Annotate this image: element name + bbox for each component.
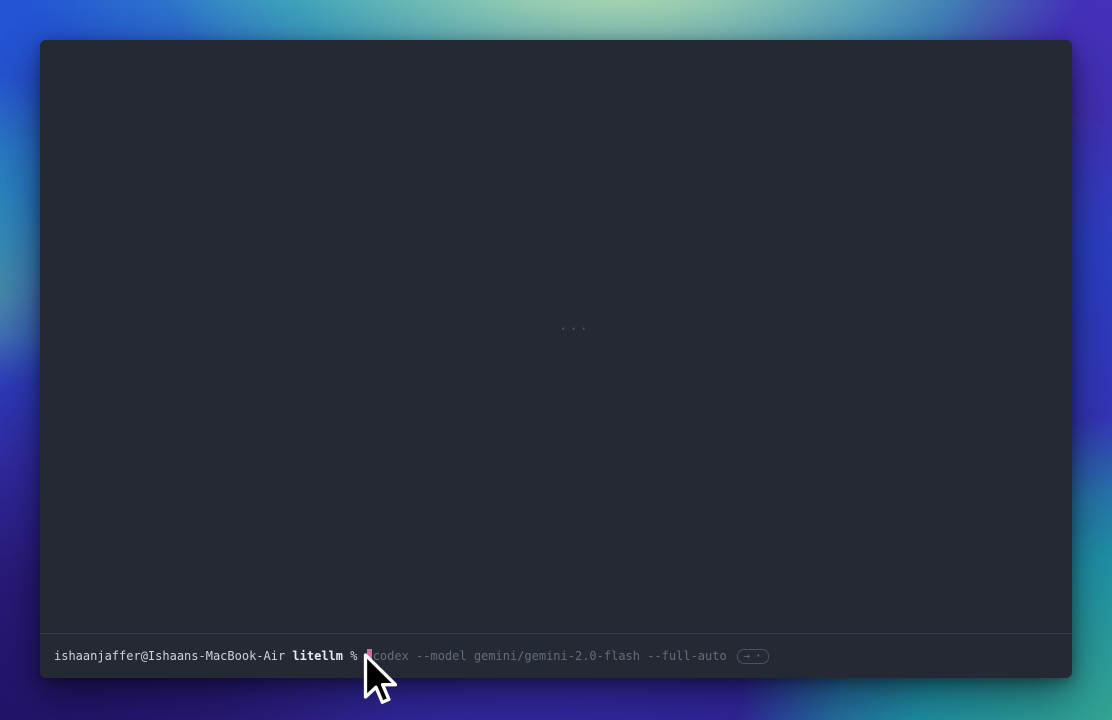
loading-dots: ··· [540, 322, 610, 336]
right-arrow-icon: → [744, 650, 750, 663]
desktop-wallpaper: ··· ishaanjaffer@Ishaans-MacBook-Air lit… [0, 0, 1112, 720]
command-prompt-input[interactable]: ishaanjaffer@Ishaans-MacBook-Air litellm… [40, 633, 1072, 678]
text-cursor [367, 649, 372, 663]
terminal-window[interactable]: ··· ishaanjaffer@Ishaans-MacBook-Air lit… [40, 40, 1072, 678]
prompt-separator [285, 649, 292, 664]
accept-suggestion-hint-badge: → · [737, 649, 769, 664]
terminal-output-area: ··· [40, 40, 1072, 633]
prompt-symbol: % [343, 649, 365, 664]
prompt-directory: litellm [292, 649, 343, 664]
autosuggestion-text: codex --model gemini/gemini-2.0-flash --… [373, 649, 727, 664]
hint-dot-icon: · [755, 650, 762, 663]
prompt-user-host: ishaanjaffer@Ishaans-MacBook-Air [54, 649, 285, 664]
